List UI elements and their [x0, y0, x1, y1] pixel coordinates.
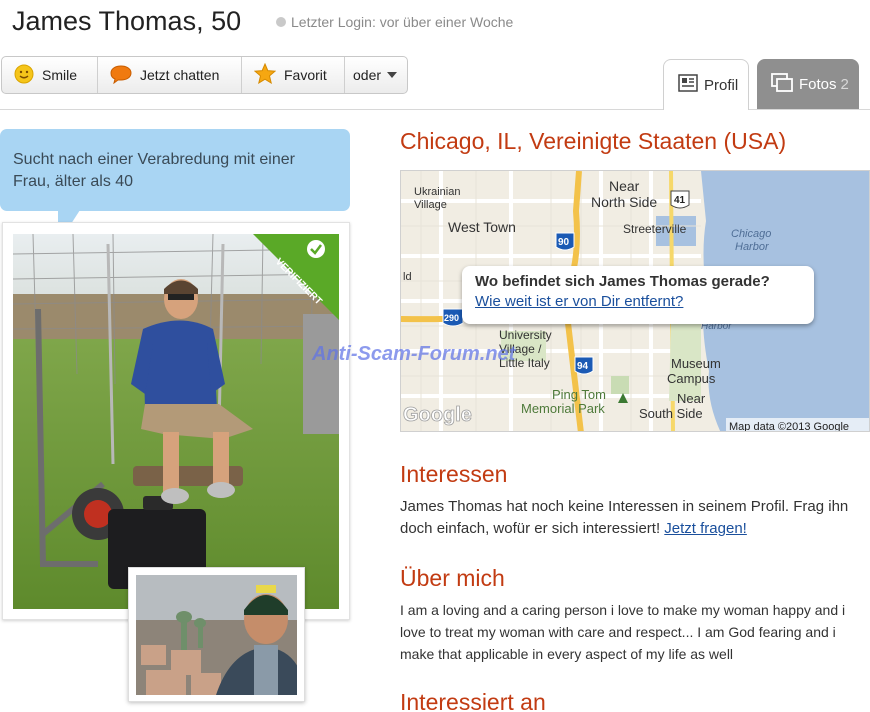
status-dot-icon [276, 17, 286, 27]
seeking-speech-bubble: Sucht nach einer Verabredung mit einer F… [0, 129, 350, 211]
tab-photos-count: 2 [840, 76, 849, 93]
map-label-west-town: West Town [448, 219, 516, 235]
more-options-dropdown[interactable]: oder [345, 57, 407, 93]
last-login-text: Letzter Login: vor über einer Woche [291, 14, 514, 30]
highway-shield-290: 290 [442, 308, 464, 327]
profile-action-bar: Smile Jetzt chatten Favorit oder [1, 56, 409, 94]
tab-photos-label: Fotos [799, 76, 837, 93]
profile-card-icon [678, 74, 698, 96]
map-label-ld: ld [403, 271, 412, 283]
secondary-photo-frame [128, 567, 305, 702]
verified-check-icon [307, 240, 325, 258]
map-attribution: Map data ©2013 Google [729, 421, 849, 432]
about-me-text: I am a loving and a caring person i love… [400, 602, 846, 662]
svg-text:94: 94 [577, 361, 589, 372]
distance-link[interactable]: Wie weit ist er von Dir entfernt? [475, 293, 683, 310]
favorite-label: Favorit [284, 67, 327, 83]
smile-button[interactable]: Smile [2, 57, 98, 93]
photos-stack-icon [771, 72, 793, 97]
interests-text-block: James Thomas hat noch keine Interessen i… [400, 496, 868, 540]
interests-text: James Thomas hat noch keine Interessen i… [400, 498, 849, 537]
last-login-status: Letzter Login: vor über einer Woche [276, 14, 513, 30]
about-me-heading: Über mich [400, 565, 505, 591]
map-label-chicago-harbor: Chicago Harbor [731, 228, 771, 253]
smile-label: Smile [42, 67, 78, 83]
google-logo: Google [403, 404, 472, 426]
ask-now-link[interactable]: Jetzt fragen! [664, 520, 747, 537]
svg-text:90: 90 [558, 237, 570, 248]
highway-shield-94: 94 [574, 356, 594, 375]
more-options-label: oder [353, 67, 382, 83]
favorite-button[interactable]: Favorit [242, 57, 345, 93]
chat-now-button[interactable]: Jetzt chatten [98, 57, 242, 93]
star-icon [253, 62, 277, 87]
tab-profile-label: Profil [704, 76, 739, 94]
main-profile-photo[interactable]: VERIFIZIERT [13, 234, 339, 609]
map-label-streeterville: Streeterville [623, 222, 687, 236]
seeking-text: Sucht nach einer Verabredung mit einer F… [13, 151, 295, 190]
secondary-profile-photo[interactable] [136, 575, 297, 695]
smiley-icon [14, 64, 34, 87]
interests-heading: Interessen [400, 461, 508, 487]
watermark-text: Anti-Scam-Forum.net [312, 343, 516, 365]
chat-label: Jetzt chatten [140, 67, 220, 83]
svg-text:41: 41 [674, 195, 686, 206]
highway-shield-41: 41 [670, 190, 690, 209]
profile-name-heading: James Thomas, 50 [12, 6, 242, 36]
location-heading: Chicago, IL, Vereinigte Staaten (USA) [400, 128, 787, 154]
tab-photos[interactable]: Fotos 2 [757, 59, 859, 110]
map-popup-title: Wo befindet sich James Thomas gerade? [475, 273, 770, 290]
chevron-down-icon [387, 72, 398, 78]
interested-in-heading: Interessiert an [400, 689, 546, 712]
map-location-popup: Wo befindet sich James Thomas gerade? Wi… [462, 266, 814, 324]
map-label-museum-campus: Museum Campus [667, 356, 721, 386]
tab-profile[interactable]: Profil [663, 59, 749, 110]
main-photo-frame: VERIFIZIERT [2, 222, 350, 620]
chat-bubble-icon [110, 64, 132, 87]
highway-shield-90: 90 [555, 232, 575, 251]
svg-text:290: 290 [444, 313, 459, 323]
